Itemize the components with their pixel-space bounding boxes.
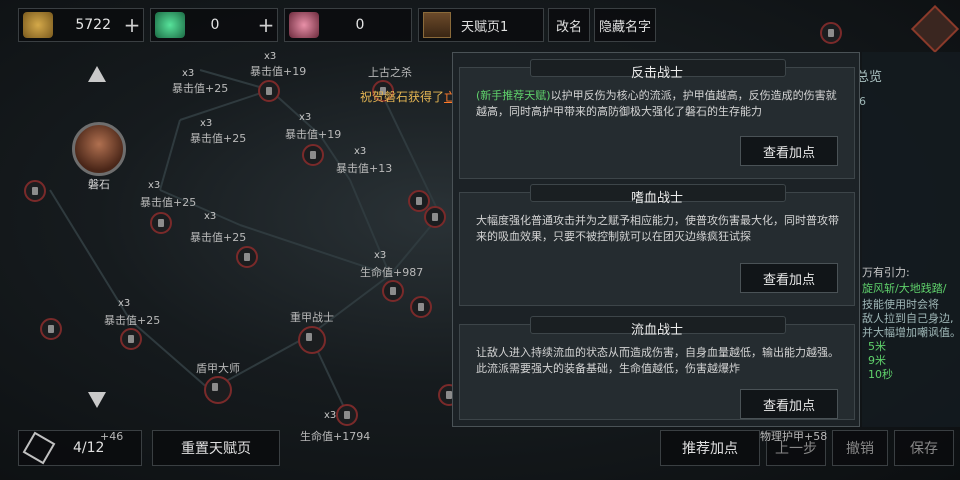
build-title: 流血战士: [630, 323, 683, 338]
hero-portrait[interactable]: [72, 122, 126, 176]
skill-names: 旋风斩/大地践踏/: [862, 282, 947, 295]
gold-value: 5722: [75, 17, 111, 33]
add-gold-button[interactable]: +: [121, 13, 143, 37]
build-card: 嗜血战士 大幅度强化普通攻击并为之赋予相应能力，使普攻伤害最大化，同时普攻带来的…: [459, 184, 855, 306]
lock-icon: [150, 212, 172, 234]
crystal-counter: 0: [284, 8, 412, 42]
view-build-button[interactable]: 查看加点: [740, 263, 838, 293]
crystal-value: 0: [355, 17, 365, 33]
lock-icon: [410, 296, 432, 318]
recommend-build-button[interactable]: 推荐加点: [660, 430, 760, 466]
hide-name-button[interactable]: 隐藏名字: [594, 8, 656, 42]
view-build-button[interactable]: 查看加点: [740, 389, 838, 419]
pink-crystal-icon: [289, 12, 319, 38]
hero-name: 磐石: [88, 178, 110, 191]
build-description: 大幅度强化普通攻击并为之赋予相应能力，使普攻伤害最大化，同时普攻带来的吸血效果，…: [476, 214, 839, 243]
skill-cooldown: 10秒: [868, 368, 893, 381]
lock-icon: [40, 318, 62, 340]
scroll-down-icon[interactable]: [88, 392, 106, 408]
lock-icon: [24, 180, 46, 202]
reset-talent-button[interactable]: 重置天赋页: [152, 430, 280, 466]
gold-counter: 5722 +: [18, 8, 144, 42]
lock-icon: [820, 22, 842, 44]
lock-icon: [424, 206, 446, 228]
gem-value: 0: [210, 17, 220, 33]
talent-page-label: 天赋页1: [461, 19, 509, 35]
talent-book-icon: [423, 12, 451, 38]
scroll-up-icon[interactable]: [88, 66, 106, 82]
lock-icon: [302, 144, 324, 166]
lock-icon: [258, 80, 280, 102]
lock-icon: [120, 328, 142, 350]
add-gem-button[interactable]: +: [255, 13, 277, 37]
build-title: 嗜血战士: [630, 191, 683, 206]
build-card: 流血战士 让敌人进入持续流血的状态从而造成伤害，自身血量越低，输出能力越强。此流…: [459, 316, 855, 420]
talent-points-counter: 4/12: [18, 430, 142, 466]
gem-counter: 0 +: [150, 8, 278, 42]
lock-icon: [298, 326, 326, 354]
build-description: (新手推荐天赋)以护甲反伤为核心的流派，护甲值越高，反伤造成的伤害就越高，同时高…: [476, 89, 837, 118]
lock-icon: [382, 280, 404, 302]
lock-icon: [236, 246, 258, 268]
gold-coins-icon: [23, 12, 53, 38]
skill-title: 万有引力:: [862, 266, 910, 279]
lock-icon: [204, 376, 232, 404]
green-gem-icon: [155, 12, 185, 38]
build-title: 反击战士: [630, 66, 683, 81]
build-description: 让敌人进入持续流血的状态从而造成伤害，自身血量越低，输出能力越强。此流派需要强大…: [476, 346, 839, 375]
hexagon-logo-icon: [22, 431, 56, 465]
view-build-button[interactable]: 查看加点: [740, 136, 838, 166]
talent-page-selector[interactable]: 天赋页1: [418, 8, 544, 42]
lock-icon: [336, 404, 358, 426]
undo-button[interactable]: 撤销: [832, 430, 888, 466]
save-button[interactable]: 保存: [894, 430, 954, 466]
rename-button[interactable]: 改名: [548, 8, 590, 42]
build-card: 反击战士 (新手推荐天赋)以护甲反伤为核心的流派，护甲值越高，反伤造成的伤害就越…: [459, 59, 855, 179]
recommend-build-popup: 反击战士 (新手推荐天赋)以护甲反伤为核心的流派，护甲值越高，反伤造成的伤害就越…: [452, 52, 860, 427]
